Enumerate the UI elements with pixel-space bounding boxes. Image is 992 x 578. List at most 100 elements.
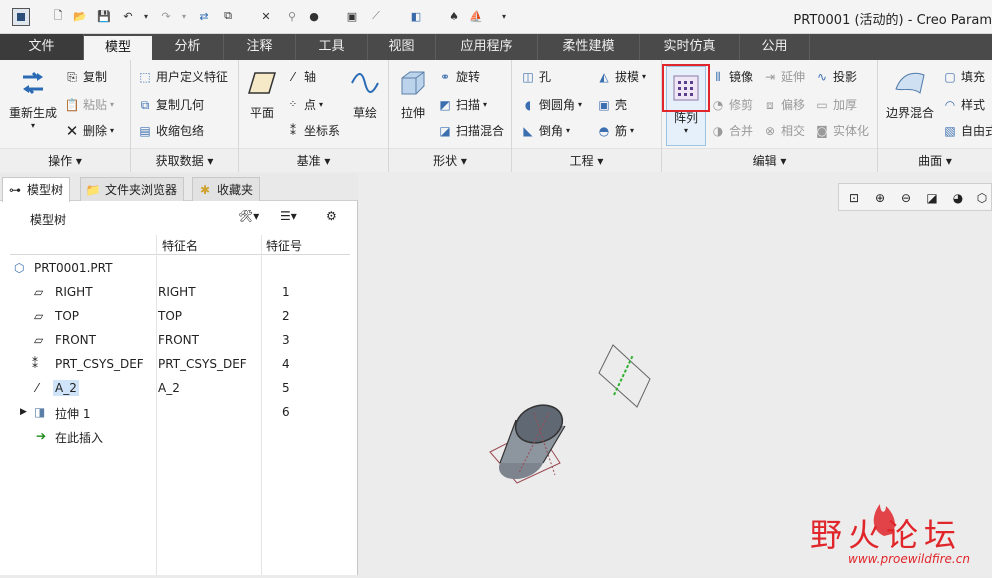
display-icon[interactable]: ▣	[344, 8, 360, 24]
tree-row-front[interactable]: ▱ FRONT FRONT 3	[10, 329, 350, 353]
chevron-down-icon[interactable]: ▾	[176, 8, 192, 24]
hole-button[interactable]: ◫ 孔	[520, 68, 551, 85]
udf-icon: ⬚	[139, 69, 151, 84]
freestyle-button[interactable]: ▧ 自由式	[942, 122, 992, 139]
save-icon[interactable]: 💾	[96, 8, 112, 24]
tab-live-simulation[interactable]: 实时仿真	[640, 34, 740, 60]
extend-button[interactable]: ⇥ 延伸	[762, 68, 805, 85]
tab-common[interactable]: 公用	[740, 34, 810, 60]
refit-icon[interactable]: ⊡	[845, 189, 863, 207]
customize-icon[interactable]: ▾	[496, 8, 512, 24]
tab-favorites[interactable]: ✱ 收藏夹	[192, 177, 261, 201]
regenerate-icon[interactable]: ⇄	[196, 8, 212, 24]
axis-button[interactable]: ⁄ 轴	[285, 68, 316, 85]
chamfer-button[interactable]: ◣ 倒角 ▾	[520, 122, 570, 139]
shell-button[interactable]: ▣ 壳	[596, 96, 627, 113]
tree-row-extrude[interactable]: ▶ ◨ 拉伸 1 6	[10, 401, 350, 425]
udf-button[interactable]: ⬚ 用户定义特征	[137, 68, 228, 85]
open-icon[interactable]: 📂	[72, 8, 88, 24]
new-icon[interactable]: 🗋	[50, 8, 66, 24]
appearance-icon[interactable]: ⛵	[468, 8, 484, 24]
style-button[interactable]: ◠ 样式	[942, 96, 985, 113]
tab-analysis[interactable]: 分析	[152, 34, 224, 60]
csys-button[interactable]: ⁑ 坐标系	[285, 122, 340, 139]
draft-icon: ◭	[599, 69, 609, 84]
solidify-button[interactable]: ◙ 实体化	[814, 122, 869, 139]
trim-button[interactable]: ◔ 修剪	[710, 96, 753, 113]
tree-row-right[interactable]: ▱ RIGHT RIGHT 1	[10, 281, 350, 305]
tree-row-axis[interactable]: ⁄ A_2 A_2 5	[10, 377, 350, 401]
paste-button[interactable]: 📋 粘贴 ▾	[64, 96, 115, 113]
tab-annotate[interactable]: 注释	[224, 34, 296, 60]
tree-row-insert-here[interactable]: ➔ 在此插入	[10, 425, 350, 449]
round-button[interactable]: ◖ 倒圆角 ▾	[520, 96, 582, 113]
plane-button[interactable]: 平面	[243, 66, 281, 121]
tree-row-top[interactable]: ▱ TOP TOP 2	[10, 305, 350, 329]
column-feature-name[interactable]: 特征名	[162, 237, 198, 254]
close-icon[interactable]: ✕	[258, 8, 274, 24]
group-label-get-data[interactable]: 获取数据 ▾	[131, 148, 238, 172]
tab-file[interactable]: 文件	[0, 34, 84, 60]
group-label-editing[interactable]: 编辑 ▾	[662, 148, 877, 172]
extrude-icon	[396, 66, 430, 100]
revolve-button[interactable]: ⚭ 旋转	[437, 68, 480, 85]
zoom-out-icon[interactable]: ⊖	[897, 189, 915, 207]
display-style-icon[interactable]: ◕	[949, 189, 967, 207]
group-label-operations[interactable]: 操作 ▾	[0, 148, 130, 172]
regenerate-button[interactable]: 重新生成 ▾	[4, 66, 62, 130]
tab-view[interactable]: 视图	[368, 34, 436, 60]
point-button[interactable]: ⁘ 点 ▾	[285, 96, 323, 113]
tab-folder-browser[interactable]: 📁 文件夹浏览器	[80, 177, 185, 201]
settings-icon[interactable]: ☰▾	[280, 209, 297, 223]
tab-model[interactable]: 模型	[84, 36, 152, 60]
tab-model-tree[interactable]: ⊶ 模型树	[2, 177, 71, 202]
zoom-in-icon[interactable]: ⊕	[871, 189, 889, 207]
tab-tools[interactable]: 工具	[296, 34, 368, 60]
tree-columns: 特征名 特征号	[10, 235, 350, 255]
project-button[interactable]: ∿ 投影	[814, 68, 857, 85]
fill-button[interactable]: ▢ 填充	[942, 68, 985, 85]
offset-button[interactable]: ⧈ 偏移	[762, 96, 805, 113]
rib-button[interactable]: ◓ 筋 ▾	[596, 122, 634, 139]
tab-flexible-modeling[interactable]: 柔性建模	[538, 34, 640, 60]
app-icon[interactable]	[12, 8, 30, 26]
sphere-icon[interactable]: ●	[306, 8, 322, 24]
group-label-shapes[interactable]: 形状 ▾	[389, 148, 511, 172]
group-label-engineering[interactable]: 工程 ▾	[512, 148, 661, 172]
redo-icon[interactable]: ↷	[158, 8, 174, 24]
expand-icon[interactable]: ▶	[20, 407, 27, 417]
sketch-button[interactable]: 草绘	[345, 66, 385, 121]
swept-blend-button[interactable]: ◪ 扫描混合	[437, 122, 504, 139]
shell-icon: ▣	[598, 97, 610, 112]
filter-icon[interactable]: ⚙	[326, 209, 337, 223]
shrinkwrap-button[interactable]: ▤ 收缩包络	[137, 122, 204, 139]
group-label-surfaces[interactable]: 曲面 ▾	[878, 148, 992, 172]
draft-button[interactable]: ◭ 拔模 ▾	[596, 68, 646, 85]
mirror-button[interactable]: ⫴ 镜像	[710, 68, 753, 85]
intersect-button[interactable]: ⊗ 相交	[762, 122, 805, 139]
boundary-blend-button[interactable]: 边界混合	[882, 66, 938, 121]
chevron-down-icon[interactable]: ▾	[138, 8, 154, 24]
repaint-icon[interactable]: ◪	[923, 189, 941, 207]
spade-icon[interactable]: ♠	[446, 8, 462, 24]
merge-button[interactable]: ◑ 合并	[710, 122, 753, 139]
undo-icon[interactable]: ↶	[120, 8, 136, 24]
extrude-button[interactable]: 拉伸	[393, 66, 433, 121]
tree-row-part[interactable]: ⬡ PRT0001.PRT	[10, 257, 350, 281]
light-icon[interactable]: ⚲	[284, 8, 300, 24]
tools-icon[interactable]: 🛠▾	[238, 209, 259, 223]
column-feature-number[interactable]: 特征号	[266, 237, 302, 254]
window-icon[interactable]: ⧉	[220, 8, 236, 24]
tab-applications[interactable]: 应用程序	[436, 34, 538, 60]
thicken-button[interactable]: ▭ 加厚	[814, 96, 857, 113]
tree-row-csys[interactable]: ⁑ PRT_CSYS_DEF PRT_CSYS_DEF 4	[10, 353, 350, 377]
copy-button[interactable]: ⎘ 复制	[64, 68, 107, 85]
copy-geometry-button[interactable]: ⧉ 复制几何	[137, 96, 204, 113]
saved-views-icon[interactable]: ⬡	[973, 189, 991, 207]
ruler-icon[interactable]: ⟋	[368, 8, 384, 24]
delete-button[interactable]: ✕ 删除 ▾	[64, 122, 114, 139]
sweep-button[interactable]: ◩ 扫描 ▾	[437, 96, 487, 113]
sketch-icon	[348, 66, 382, 100]
group-label-datum[interactable]: 基准 ▾	[239, 148, 388, 172]
view-icon[interactable]: ◧	[408, 8, 424, 24]
